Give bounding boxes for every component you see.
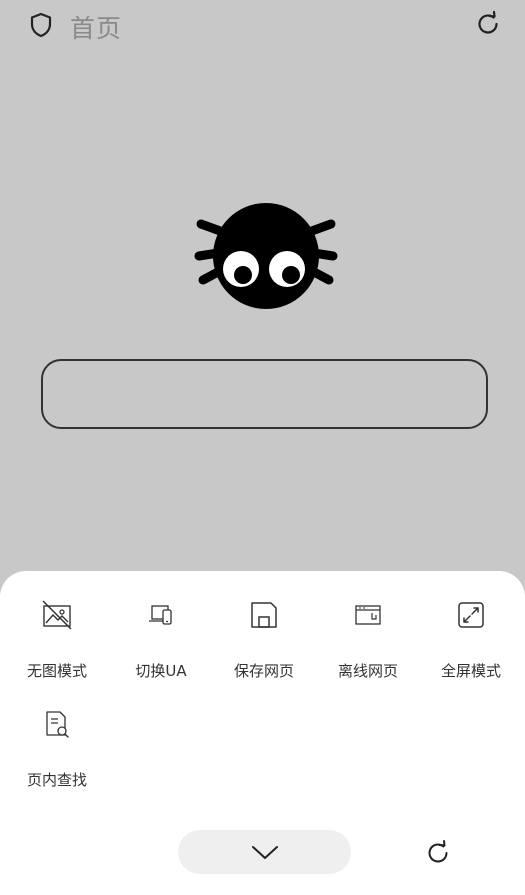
refresh-icon[interactable] — [474, 10, 502, 38]
save-page-button[interactable]: 保存网页 — [212, 600, 316, 680]
spider-icon — [194, 203, 338, 309]
refresh-icon[interactable] — [424, 839, 452, 867]
no-image-icon — [42, 600, 72, 630]
search-input[interactable] — [41, 359, 488, 429]
drag-handle[interactable] — [256, 823, 272, 838]
menu-item-label: 无图模式 — [26, 662, 87, 680]
no-image-mode-button[interactable]: 无图模式 — [5, 600, 109, 680]
offline-page-icon — [355, 605, 381, 625]
switch-ua-button[interactable]: 切换UA — [109, 600, 213, 680]
shield-icon[interactable] — [27, 11, 55, 39]
menu-item-label: 页内查找 — [26, 771, 87, 789]
fullscreen-icon — [458, 602, 484, 628]
offline-pages-button[interactable]: 离线网页 — [316, 600, 420, 680]
save-icon — [251, 602, 277, 628]
menu-item-label: 离线网页 — [337, 662, 398, 680]
collapse-menu-button[interactable] — [178, 830, 351, 874]
devices-icon — [149, 605, 172, 625]
find-in-page-icon — [46, 711, 69, 738]
menu-item-label: 切换UA — [135, 662, 187, 680]
page-title: 首页 — [70, 14, 123, 43]
tools-menu-sheet: 无图模式 切换UA 保存网页 离线网页 全屏模式 页内查找 — [0, 571, 525, 895]
menu-item-label: 全屏模式 — [440, 662, 501, 680]
menu-item-label: 保存网页 — [233, 662, 294, 680]
top-bar: 首页 — [0, 0, 525, 50]
chevron-down-icon — [252, 846, 278, 859]
fullscreen-mode-button[interactable]: 全屏模式 — [419, 600, 523, 680]
find-in-page-button[interactable]: 页内查找 — [5, 709, 109, 789]
